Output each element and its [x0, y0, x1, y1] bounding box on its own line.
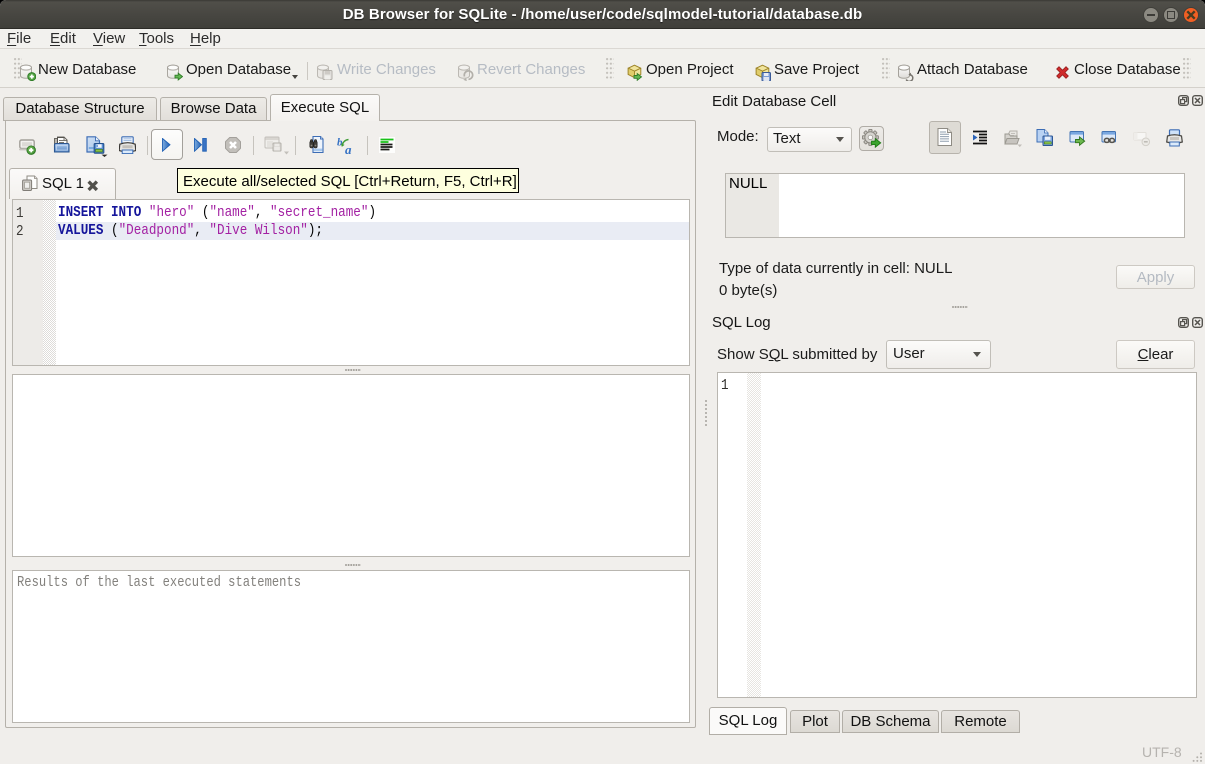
svg-text:b: b [337, 137, 343, 149]
svg-text:a: a [345, 142, 352, 154]
